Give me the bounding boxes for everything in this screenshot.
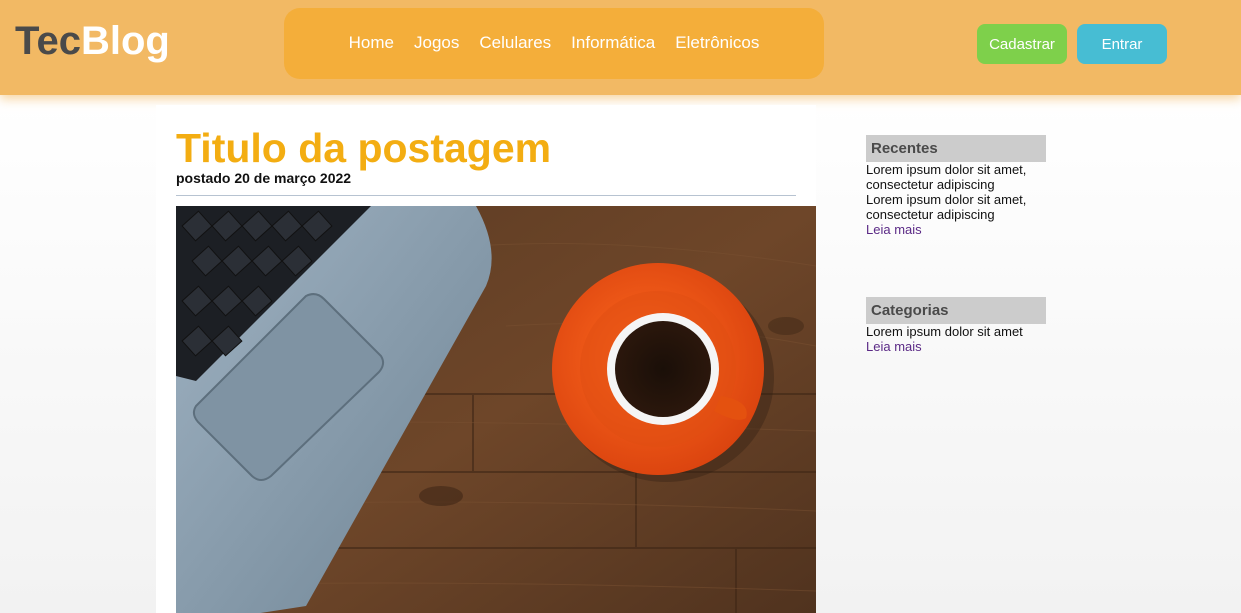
post-title[interactable]: Titulo da postagem bbox=[176, 125, 551, 171]
recent-read-more-link[interactable]: Leia mais bbox=[866, 222, 1046, 238]
nav-jogos[interactable]: Jogos bbox=[414, 33, 459, 53]
recent-posts-title: Recentes bbox=[866, 135, 1046, 162]
categories-widget: Categorias Lorem ipsum dolor sit amet Le… bbox=[866, 297, 1046, 355]
site-header: TecBlog Home Jogos Celulares Informática… bbox=[0, 0, 1241, 95]
login-button[interactable]: Entrar bbox=[1077, 24, 1167, 64]
signup-button[interactable]: Cadastrar bbox=[977, 24, 1067, 64]
recent-post-item[interactable]: Lorem ipsum dolor sit amet, consectetur … bbox=[866, 162, 1046, 192]
post-date: postado 20 de março 2022 bbox=[176, 170, 352, 186]
categories-title: Categorias bbox=[866, 297, 1046, 324]
nav-informatica[interactable]: Informática bbox=[571, 33, 655, 53]
nav-home[interactable]: Home bbox=[349, 33, 394, 53]
recent-post-item[interactable]: Lorem ipsum dolor sit amet, consectetur … bbox=[866, 192, 1046, 222]
laptop-coffee-photo bbox=[176, 206, 816, 613]
post-divider bbox=[176, 195, 796, 196]
nav-eletronicos[interactable]: Eletrônicos bbox=[675, 33, 759, 53]
category-item[interactable]: Lorem ipsum dolor sit amet bbox=[866, 324, 1046, 339]
site-logo[interactable]: TecBlog bbox=[15, 19, 170, 63]
post-card: Titulo da postagem postado 20 de março 2… bbox=[156, 105, 816, 613]
main-nav: Home Jogos Celulares Informática Eletrôn… bbox=[284, 8, 824, 79]
logo-tec: Tec bbox=[15, 19, 81, 63]
categories-read-more-link[interactable]: Leia mais bbox=[866, 339, 1046, 355]
logo-blog: Blog bbox=[80, 19, 170, 63]
nav-celulares[interactable]: Celulares bbox=[479, 33, 551, 53]
recent-posts-widget: Recentes Lorem ipsum dolor sit amet, con… bbox=[866, 135, 1046, 238]
